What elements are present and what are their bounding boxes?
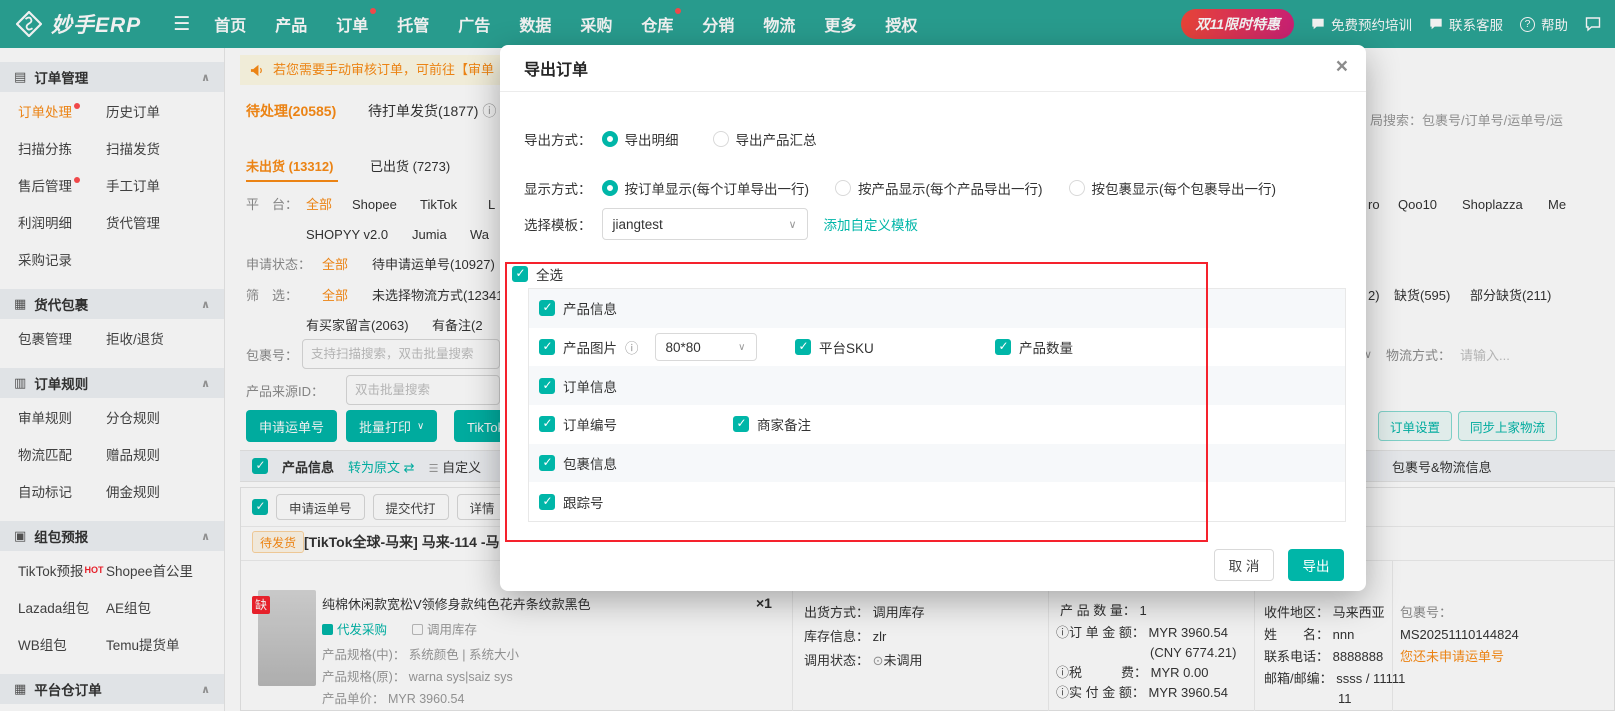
export-button[interactable]: 导出 [1288,549,1344,581]
field-product-image-checkbox[interactable] [539,339,555,355]
close-icon[interactable]: × [1336,55,1348,79]
field-tracking-no-checkbox[interactable] [539,493,555,510]
radio-display-by-package[interactable]: 按包裹显示(每个包裹导出一行) [1068,178,1276,198]
template-row: 选择模板： jiangtest ∨ 添加自定义模板 [524,208,918,240]
group-package-info: 包裹信息 [529,443,1345,483]
group-product-info-checkbox[interactable] [539,300,555,317]
chevron-down-icon: ∨ [738,341,746,353]
export-mode-label: 导出方式： [524,133,592,148]
add-custom-template-link[interactable]: 添加自定义模板 [824,214,919,234]
template-select[interactable]: jiangtest ∨ [601,208,808,240]
field-platform-sku-checkbox[interactable] [795,339,811,355]
radio-icon [1068,180,1085,196]
image-size-select[interactable]: 80*80 ∨ [654,333,757,361]
field-order-no-checkbox[interactable] [539,416,555,433]
erp-screen: 妙手ERP ☰ 首页 产品 订单 托管 广告 数据 采购 仓库 分销 物流 更多… [0,0,1615,711]
group-product-info: 产品信息 [529,289,1345,328]
fields-order-info: 订单编号 商家备注 [529,405,1345,444]
modal-footer: 取 消 导出 [1214,549,1344,581]
radio-display-by-product[interactable]: 按产品显示(每个产品导出一行) [835,178,1043,198]
radio-icon [712,131,729,147]
template-label: 选择模板： [524,218,592,233]
radio-display-by-order[interactable]: 按订单显示(每个订单导出一行) [601,178,809,198]
export-fields-box: 产品信息 产品图片 ⓘ 80*80∨ 平台SKU 产品数量 [528,288,1346,522]
modal-title: 导出订单 [524,62,589,79]
display-mode-row: 显示方式： 按订单显示(每个订单导出一行) 按产品显示(每个产品导出一行) 按包… [524,178,1276,198]
chevron-down-icon: ∨ [788,218,797,231]
export-orders-modal: 导出订单 × 导出方式： 导出明细 导出产品汇总 显示方式： 按订单显示(每个订… [500,45,1366,591]
radio-selected-icon [601,131,618,147]
field-product-qty-checkbox[interactable] [995,339,1011,355]
radio-export-detail[interactable]: 导出明细 [601,129,679,149]
modal-header: 导出订单 × [500,45,1366,92]
fields-package-info: 跟踪号 [529,482,1345,521]
cancel-button[interactable]: 取 消 [1214,549,1274,581]
export-mode-row: 导出方式： 导出明细 导出产品汇总 [524,129,817,149]
group-package-info-checkbox[interactable] [539,455,555,472]
radio-selected-icon [601,180,618,196]
group-order-info: 订单信息 [529,366,1345,406]
radio-icon [835,180,851,196]
select-all-label: 全选 [536,268,563,283]
info-icon: ⓘ [625,341,639,356]
select-all-row: 全选 [512,264,563,284]
field-merchant-note-checkbox[interactable] [733,416,749,433]
radio-export-product-summary[interactable]: 导出产品汇总 [712,129,817,149]
group-order-info-checkbox[interactable] [539,377,555,394]
display-mode-label: 显示方式： [524,182,592,197]
select-all-checkbox[interactable] [512,266,528,282]
fields-product-info: 产品图片 ⓘ 80*80∨ 平台SKU 产品数量 [529,328,1345,367]
